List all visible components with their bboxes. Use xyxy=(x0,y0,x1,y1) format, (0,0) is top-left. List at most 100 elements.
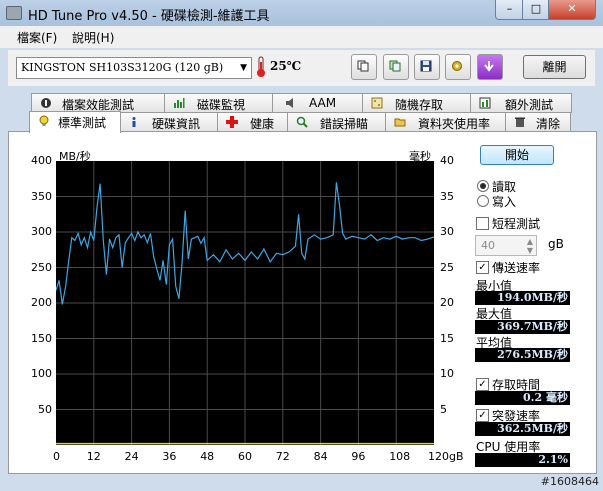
avg-value: 276.5MB/秒 xyxy=(475,348,570,362)
maximize-button[interactable]: □ xyxy=(522,0,550,20)
left-tick-label: 100 xyxy=(31,367,52,380)
left-tick-label: 50 xyxy=(38,402,52,416)
drive-select-value: KINGSTON SH103S3120G (120 gB) xyxy=(21,61,224,74)
tab-benchmark[interactable]: 標準測試 xyxy=(29,111,121,133)
benchmark-icon xyxy=(39,115,49,126)
gb-unit-label: gB xyxy=(548,237,564,251)
transfer-rate-checkbox[interactable]: ✓ xyxy=(476,261,489,274)
left-tick-label: 300 xyxy=(31,225,52,238)
right-tick-label: 10 xyxy=(440,367,454,380)
temperature-readout: 25℃ xyxy=(270,59,302,73)
menu-bar: 檔案(F) 說明(H) xyxy=(0,26,603,48)
right-tick-label: 30 xyxy=(440,225,454,238)
window-title: HD Tune Pro v4.50 - 硬碟檢測-維護工具 xyxy=(28,9,270,24)
tab-label: 磁碟監視 xyxy=(197,98,246,112)
tab-extra-tests[interactable]: 額外測試 xyxy=(470,93,572,113)
copy-image-button[interactable] xyxy=(383,54,409,80)
x-tick-label: 48 xyxy=(200,450,215,463)
access-time-value: 0.2 毫秒 xyxy=(475,391,570,405)
gear-icon xyxy=(452,61,462,71)
write-label: 寫入 xyxy=(492,195,517,209)
tab-file-benchmark[interactable]: 檔案效能測試 xyxy=(31,93,166,113)
left-tick-label: 200 xyxy=(31,296,52,309)
tab-health[interactable]: 健康 xyxy=(217,112,289,132)
info-icon xyxy=(132,117,136,127)
access-time-checkbox[interactable]: ✓ xyxy=(476,378,489,391)
x-tick-label: 120gB xyxy=(428,450,464,463)
tab-label: 標準測試 xyxy=(58,116,107,130)
tab-label: 資料夾使用率 xyxy=(418,117,491,131)
write-radio[interactable] xyxy=(477,195,489,207)
chevron-down-icon: ▼ xyxy=(240,63,247,73)
trash-icon xyxy=(515,117,525,127)
tab-drive-info[interactable]: 硬碟資訊 xyxy=(119,112,219,132)
speaker-icon xyxy=(286,98,293,108)
watermark: #1608464 xyxy=(540,475,599,488)
burst-rate-checkbox[interactable]: ✓ xyxy=(476,409,489,422)
tab-random-access[interactable]: 隨機存取 xyxy=(362,93,472,113)
short-test-size-spinner[interactable]: 40 ▲ ▼ xyxy=(475,235,537,256)
file-benchmark-icon xyxy=(41,98,51,108)
tab-erase[interactable]: 清除 xyxy=(505,112,571,132)
x-tick-label: 36 xyxy=(162,450,177,463)
read-radio[interactable] xyxy=(477,180,489,192)
left-tick-label: 250 xyxy=(31,260,52,274)
download-button[interactable] xyxy=(477,54,503,80)
burst-rate-value: 362.5MB/秒 xyxy=(475,422,570,436)
hard-drive-icon xyxy=(6,6,22,20)
x-tick-label: 96 xyxy=(351,450,366,463)
x-tick-label: 108 xyxy=(389,450,411,463)
save-button[interactable] xyxy=(414,54,440,80)
minimize-button[interactable]: – xyxy=(495,0,524,20)
x-tick-label: 0 xyxy=(53,450,60,463)
copy-text-button[interactable] xyxy=(351,54,377,80)
options-button[interactable] xyxy=(445,54,471,80)
transfer-chart xyxy=(55,161,435,445)
drive-select[interactable]: KINGSTON SH103S3120G (120 gB) ▼ xyxy=(16,57,252,79)
right-tick-label: 40 xyxy=(440,154,454,167)
tab-folder-usage[interactable]: 資料夾使用率 xyxy=(385,112,507,132)
tab-label: 隨機存取 xyxy=(395,98,444,112)
copy-screenshot-icon xyxy=(389,60,401,72)
cpu-usage-value: 2.1% xyxy=(475,453,570,467)
start-button[interactable]: 開始 xyxy=(480,145,554,165)
x-tick-label: 60 xyxy=(238,450,252,463)
folder-icon xyxy=(394,118,406,127)
menu-file[interactable]: 檔案(F) xyxy=(17,29,57,46)
thermometer-icon xyxy=(257,56,265,77)
transfer-chart-svg xyxy=(55,161,435,445)
extra-tests-icon xyxy=(479,97,491,109)
radio-dot xyxy=(480,183,486,189)
tab-error-scan[interactable]: 錯誤掃瞄 xyxy=(287,112,387,132)
right-tick-label: 5 xyxy=(440,402,447,416)
disk-monitor-icon xyxy=(174,98,185,108)
tab-aam[interactable]: AAM xyxy=(272,93,364,113)
short-test-label: 短程測試 xyxy=(492,217,541,231)
short-test-checkbox[interactable] xyxy=(476,217,489,230)
tab-label: 錯誤掃瞄 xyxy=(320,117,369,131)
right-tick-label: 15 xyxy=(440,331,454,345)
right-tick-label: 35 xyxy=(440,189,454,203)
max-value: 369.7MB/秒 xyxy=(475,320,570,334)
transfer-rate-label: 傳送速率 xyxy=(492,261,541,275)
left-tick-label: 400 xyxy=(31,154,52,167)
random-access-icon xyxy=(371,97,383,109)
close-button[interactable]: ✕ xyxy=(548,0,596,20)
health-cross-icon xyxy=(226,116,238,128)
tab-label: AAM xyxy=(309,96,337,110)
x-tick-label: 12 xyxy=(86,450,101,463)
spinner-value: 40 xyxy=(481,239,495,252)
right-tick-label: 20 xyxy=(440,296,454,309)
left-tick-label: 150 xyxy=(31,331,52,345)
right-tick-label: 25 xyxy=(440,260,454,274)
x-tick-label: 72 xyxy=(275,450,290,463)
copy-icon xyxy=(357,60,369,72)
magnifier-icon xyxy=(296,116,308,128)
left-tick-label: 350 xyxy=(31,189,52,203)
tab-label: 健康 xyxy=(250,117,275,131)
exit-button[interactable]: 離開 xyxy=(523,55,586,79)
menu-help[interactable]: 說明(H) xyxy=(72,29,114,46)
tab-disk-monitor[interactable]: 磁碟監視 xyxy=(164,93,274,113)
chevron-down-icon[interactable]: ▼ xyxy=(527,241,533,260)
tab-label: 清除 xyxy=(536,117,561,131)
